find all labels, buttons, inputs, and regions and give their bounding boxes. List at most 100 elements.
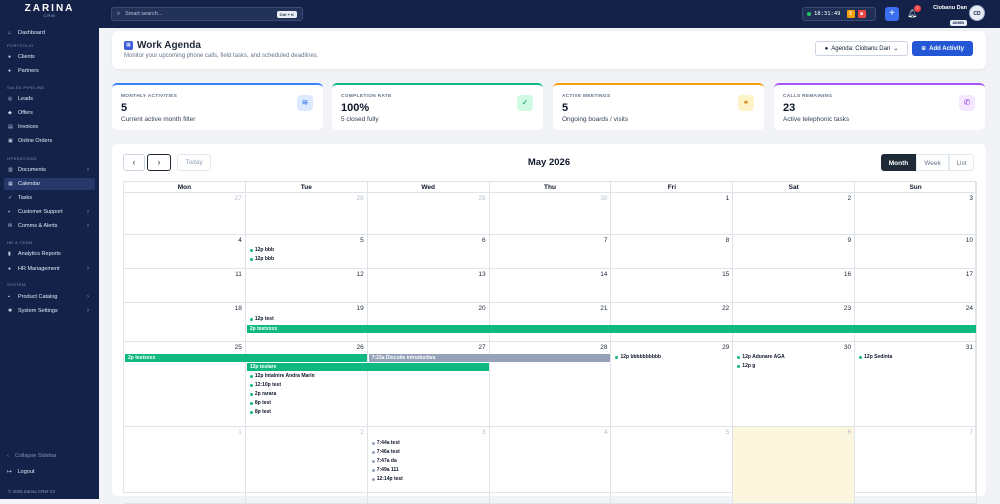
day-cell[interactable]: 4 — [124, 235, 246, 269]
event-label: 8p test — [254, 409, 271, 415]
calendar-event-bar[interactable]: 2p testxxxx — [125, 354, 367, 362]
sidebar-item-product-catalog[interactable]: ▪ Product Catalog › — [4, 291, 95, 303]
sidebar-item-documents[interactable]: ▥ Documents › — [4, 164, 95, 176]
calendar-event[interactable]: 2p rarara — [249, 391, 276, 397]
sidebar-item-clients[interactable]: ● Clients — [4, 51, 95, 63]
day-cell[interactable]: 4 — [489, 427, 612, 504]
day-cell[interactable]: 23 — [733, 303, 856, 342]
day-cell[interactable]: 1 — [611, 193, 734, 235]
logo[interactable]: ZARINA CRM — [0, 0, 99, 22]
calendar-event[interactable]: 7:44a test — [371, 440, 400, 446]
day-cell[interactable]: 6 — [367, 235, 490, 269]
day-cell[interactable]: 27 — [124, 193, 246, 235]
sidebar-item-partners[interactable]: ● Partners — [4, 65, 95, 77]
day-cell[interactable]: 12 — [245, 269, 368, 303]
day-cell[interactable]: 24 — [855, 303, 978, 342]
stat-card-calls-remaining: CALLS REMAINING 23 Active telephonic tas… — [774, 83, 985, 130]
sidebar-item-dashboard[interactable]: ⌂ Dashboard — [4, 27, 95, 39]
avatar[interactable]: CD — [969, 5, 985, 21]
day-cell[interactable]: 19 — [245, 303, 368, 342]
day-cell[interactable]: 3 — [367, 427, 490, 504]
sidebar-item-system-settings[interactable]: ✱ System Settings › — [4, 305, 95, 317]
day-number: 12 — [356, 271, 364, 278]
day-cell[interactable]: 14 — [489, 269, 612, 303]
sidebar-item-calendar[interactable]: ▦ Calendar — [4, 178, 95, 190]
sidebar-item-invoices[interactable]: ▤ Invoices — [4, 121, 95, 133]
day-cell[interactable]: 13 — [367, 269, 490, 303]
day-cell[interactable]: 6 — [733, 427, 856, 504]
calendar-event[interactable]: 12p g — [737, 363, 755, 369]
day-cell[interactable]: 9 — [733, 235, 856, 269]
day-cell[interactable]: 21 — [489, 303, 612, 342]
calendar-event[interactable]: 12p Sedinta — [859, 354, 892, 360]
event-label: 7:44a test — [376, 440, 400, 446]
chevron-down-icon: ⌄ — [893, 46, 899, 52]
view-week-button[interactable]: Week — [916, 154, 949, 171]
pause-icon[interactable]: Ⅱ — [846, 10, 855, 18]
sidebar-item-customer-support[interactable]: ◐ Customer Support › — [4, 206, 95, 218]
sidebar-item-tasks[interactable]: ✓ Tasks — [4, 192, 95, 204]
calendar-event-bar[interactable]: 2p testxxxx — [246, 325, 977, 333]
day-cell[interactable]: 8 — [611, 235, 734, 269]
sidebar-item-analytics[interactable]: ▮ Analytics Reports — [4, 248, 95, 260]
day-cell[interactable]: 29 — [367, 193, 490, 235]
stop-icon[interactable]: ■ — [857, 10, 866, 18]
day-cell[interactable]: 11 — [124, 269, 246, 303]
day-number: 22 — [722, 305, 730, 312]
calendar-event[interactable]: 8p test — [249, 409, 271, 415]
calendar-event[interactable]: 8p test — [249, 400, 271, 406]
calendar-event-bar[interactable]: 7:22a Discutie introductiva — [368, 354, 611, 362]
day-cell[interactable]: 2 — [733, 193, 856, 235]
sidebar-item-comms[interactable]: ✉ Comms & Alerts › — [4, 220, 95, 232]
day-cell[interactable]: 5 — [611, 427, 734, 504]
weekday-header: Wed — [367, 182, 490, 193]
day-cell[interactable]: 16 — [733, 269, 856, 303]
user-role-badge: ADMIN — [949, 20, 967, 26]
notifications-button[interactable]: 🔔︎ 0 — [906, 5, 921, 21]
day-cell[interactable]: 10 — [855, 235, 978, 269]
day-cell[interactable]: 7 — [855, 427, 978, 504]
calendar-event[interactable]: 7:46a test — [371, 449, 400, 455]
day-number: 7 — [603, 237, 608, 244]
day-cell[interactable]: 1 — [124, 427, 246, 504]
view-list-button[interactable]: List — [949, 154, 974, 171]
event-label: 7:47a da — [376, 458, 397, 464]
calendar-event[interactable]: 12p bbbbbbbbbb — [615, 354, 661, 360]
view-month-button[interactable]: Month — [881, 154, 916, 171]
collapse-sidebar-button[interactable]: ‹ Collapse Sidebar — [4, 453, 57, 459]
calendar-event[interactable]: 12:14p test — [371, 476, 403, 482]
calendar-event[interactable]: 7:47a da — [371, 458, 397, 464]
calendar-event[interactable]: 12:10p test — [249, 382, 281, 388]
day-cell[interactable]: 20 — [367, 303, 490, 342]
day-cell[interactable]: 15 — [611, 269, 734, 303]
day-cell[interactable]: 22 — [611, 303, 734, 342]
sidebar-item-offers[interactable]: ◆ Offers — [4, 107, 95, 119]
sidebar-item-hr-management[interactable]: ● HR Management › — [4, 263, 95, 275]
month-title: May 2026 — [527, 157, 571, 168]
add-activity-button[interactable]: ⊕ Add Activity — [912, 41, 973, 56]
day-number: 11 — [235, 271, 242, 278]
day-cell[interactable]: 2 — [245, 427, 368, 504]
day-number: 10 — [965, 237, 974, 244]
day-cell[interactable]: 18 — [124, 303, 246, 342]
day-cell[interactable]: 28 — [245, 193, 368, 235]
sidebar-item-leads[interactable]: ◎ Leads — [4, 93, 95, 105]
calendar-event[interactable]: 12p Adunare AGA — [737, 354, 785, 360]
quick-add-button[interactable]: + — [885, 7, 899, 21]
logout-button[interactable]: ↦ Logout — [4, 469, 34, 475]
sidebar-item-online-orders[interactable]: ▣ Online Orders — [4, 135, 95, 147]
event-label: 12p bbbbbbbbbb — [620, 354, 661, 360]
day-cell[interactable]: 30 — [489, 193, 612, 235]
agenda-select[interactable]: ● Agenda: Ciobanu Dan ⌄ — [815, 41, 908, 56]
add-activity-label: Add Activity — [929, 45, 964, 52]
calendar-event[interactable]: 12p Intalnire Andra Marin — [249, 373, 315, 379]
calendar-event[interactable]: 12p bbb — [249, 256, 274, 262]
search-input[interactable]: ⌕ Smart search... Ctrl + K — [111, 7, 303, 21]
day-cell[interactable]: 7 — [489, 235, 612, 269]
calendar-event[interactable]: 12p bbb — [249, 247, 274, 253]
day-cell[interactable]: 17 — [855, 269, 978, 303]
calendar-event[interactable]: 12p test — [249, 316, 274, 322]
calendar-event[interactable]: 7:49a 111 — [371, 467, 399, 473]
calendar-event-bar[interactable]: 12p testare — [246, 363, 489, 371]
day-cell[interactable]: 3 — [855, 193, 978, 235]
